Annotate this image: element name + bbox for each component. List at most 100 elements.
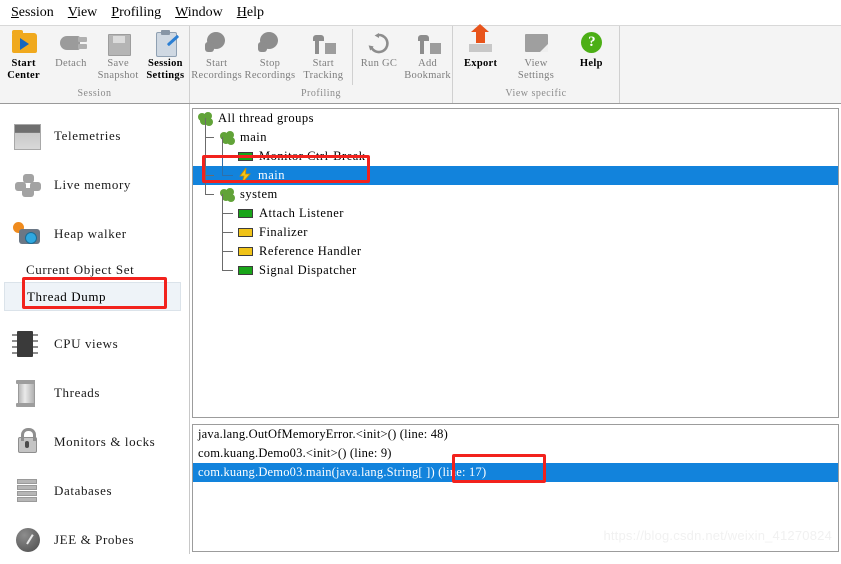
button-label-line1: Stop (259, 58, 281, 69)
menu-mnemonic: S (11, 4, 19, 20)
menu-mnemonic: P (111, 4, 120, 20)
start-tracking-button[interactable]: Start Tracking (297, 29, 350, 81)
export-button[interactable]: Export (453, 24, 508, 70)
menu-label: indow (187, 4, 223, 20)
menu-item-help[interactable]: Help (230, 3, 271, 23)
stop-recordings-button[interactable]: Stop Recordings (243, 29, 296, 81)
ribbon-group-view-specific: Export View Settings ? Help View specifi… (453, 24, 620, 103)
tree-row-main-thread[interactable]: main (193, 156, 838, 185)
menu-item-view[interactable]: View (61, 3, 105, 23)
tree-row-all-thread-groups[interactable]: All thread groups (193, 109, 838, 128)
start-recordings-icon (202, 29, 232, 57)
sidebar-item-live-memory[interactable]: Live memory (0, 160, 189, 209)
tree-row-label: main (240, 130, 267, 144)
tree-connector (198, 194, 238, 223)
tree-connector (198, 251, 238, 280)
sidebar-item-threads[interactable]: Threads (0, 368, 189, 417)
stack-trace-panel[interactable]: java.lang.OutOfMemoryError.<init>() (lin… (192, 424, 839, 552)
ribbon-group-session: Start Center Detach Save Snapshot Sessio… (0, 26, 190, 103)
button-label-line1: Run GC (360, 58, 398, 69)
threads-icon (12, 377, 46, 409)
tree-row-attach-listener[interactable]: Attach Listener (193, 194, 838, 223)
sidebar-item-heap-walker[interactable]: Heap walker (0, 209, 189, 258)
ribbon-group-label-profiling: Profiling (300, 88, 342, 100)
menu-item-window[interactable]: Window (168, 3, 230, 23)
main-content: Telemetries Live memory Heap walker Curr… (0, 104, 841, 554)
sidebar-item-label: Thread Dump (27, 288, 107, 304)
start-center-icon (9, 29, 39, 57)
sidebar-item-thread-dump[interactable]: Thread Dump (4, 282, 181, 311)
ribbon-group-buttons: Start Center Detach Save Snapshot Sessio… (0, 26, 189, 87)
thread-tree-panel[interactable]: All thread groups main Monitor Ctrl-Brea… (192, 108, 839, 418)
thread-running-icon (238, 166, 252, 184)
ribbon-group-buttons: Export View Settings ? Help (453, 24, 619, 87)
session-settings-icon (150, 29, 180, 57)
run-gc-button[interactable]: Run GC (355, 29, 404, 70)
button-label-line2: Center (7, 69, 40, 81)
tree-connector (198, 137, 238, 166)
sidebar-item-telemetries[interactable]: Telemetries (0, 111, 189, 160)
sidebar-item-label: Live memory (54, 176, 131, 192)
button-label-line1: View (524, 58, 548, 69)
button-label-line1: Save (107, 58, 129, 69)
button-label-line2: Snapshot (97, 69, 139, 81)
menu-label: ession (18, 4, 54, 20)
help-icon: ? (576, 29, 606, 57)
recycle-arrows (368, 33, 389, 54)
session-settings-button[interactable]: Session Settings (142, 29, 189, 81)
sidebar-item-label: Databases (54, 482, 113, 498)
menu-label: rofiling (119, 4, 162, 20)
menu-item-profiling[interactable]: Profiling (104, 3, 168, 23)
sidebar-item-label: Threads (54, 384, 101, 400)
sidebar: Telemetries Live memory Heap walker Curr… (0, 104, 190, 554)
button-label-line2: Recordings (191, 69, 243, 81)
sidebar-item-monitors-locks[interactable]: Monitors & locks (0, 417, 189, 466)
right-pane: All thread groups main Monitor Ctrl-Brea… (190, 104, 841, 554)
button-label-line2: Tracking (303, 69, 344, 81)
tree-row-monitor-ctrl-break[interactable]: Monitor Ctrl-Break (193, 137, 838, 166)
menu-mnemonic: H (236, 4, 247, 20)
sidebar-item-label: Heap walker (54, 225, 127, 241)
tree-row-label: Monitor Ctrl-Break (259, 149, 366, 163)
tree-row-label: main (258, 168, 285, 182)
add-bookmark-button[interactable]: Add Bookmark (403, 29, 452, 81)
menu-bar: Session View Profiling Window Help (0, 0, 841, 25)
tree-row-finalizer[interactable]: Finalizer (193, 213, 838, 242)
sidebar-item-databases[interactable]: Databases (0, 466, 189, 515)
ribbon-group-label-view-specific: View specific (505, 88, 567, 100)
detach-icon (56, 29, 87, 57)
tree-row-label: All thread groups (218, 111, 314, 125)
stack-trace-row[interactable]: java.lang.OutOfMemoryError.<init>() (lin… (193, 425, 838, 444)
menu-mnemonic: V (67, 4, 78, 20)
stack-trace-row[interactable]: com.kuang.Demo03.<init>() (line: 9) (193, 444, 838, 463)
help-button[interactable]: ? Help (564, 29, 619, 70)
start-center-button[interactable]: Start Center (0, 29, 47, 81)
telemetries-icon (12, 120, 46, 152)
button-label-line1: Session (147, 58, 183, 69)
sidebar-item-cpu-views[interactable]: CPU views (0, 319, 189, 368)
menu-item-session[interactable]: Session (4, 3, 61, 23)
tree-row-system-group[interactable]: system (193, 175, 838, 204)
thread-yellow-icon (238, 228, 253, 237)
sidebar-item-jee-probes[interactable]: JEE & Probes (0, 515, 189, 564)
sidebar-item-label: CPU views (54, 335, 119, 351)
sidebar-item-label: Monitors & locks (54, 433, 156, 449)
detach-button[interactable]: Detach (47, 29, 94, 70)
tree-row-reference-handler[interactable]: Reference Handler (193, 232, 838, 261)
menu-label: elp (246, 4, 264, 20)
tree-connector (198, 232, 238, 261)
sidebar-item-label: Telemetries (54, 127, 122, 143)
tree-row-signal-dispatcher[interactable]: Signal Dispatcher (193, 251, 838, 280)
tree-connector (198, 156, 238, 185)
start-recordings-button[interactable]: Start Recordings (190, 29, 243, 81)
button-label-line2: Recordings (244, 69, 296, 81)
button-label-line1: Export (464, 58, 498, 69)
view-settings-button[interactable]: View Settings (508, 29, 563, 81)
tree-row-main-group[interactable]: main (193, 118, 838, 147)
databases-icon (12, 475, 46, 507)
stack-trace-row-selected[interactable]: com.kuang.Demo03.main(java.lang.String[ … (193, 463, 838, 482)
save-snapshot-button[interactable]: Save Snapshot (95, 29, 142, 81)
tree-row-label: Attach Listener (259, 206, 344, 220)
start-tracking-icon (308, 29, 338, 57)
button-label-line1: Start (312, 58, 334, 69)
